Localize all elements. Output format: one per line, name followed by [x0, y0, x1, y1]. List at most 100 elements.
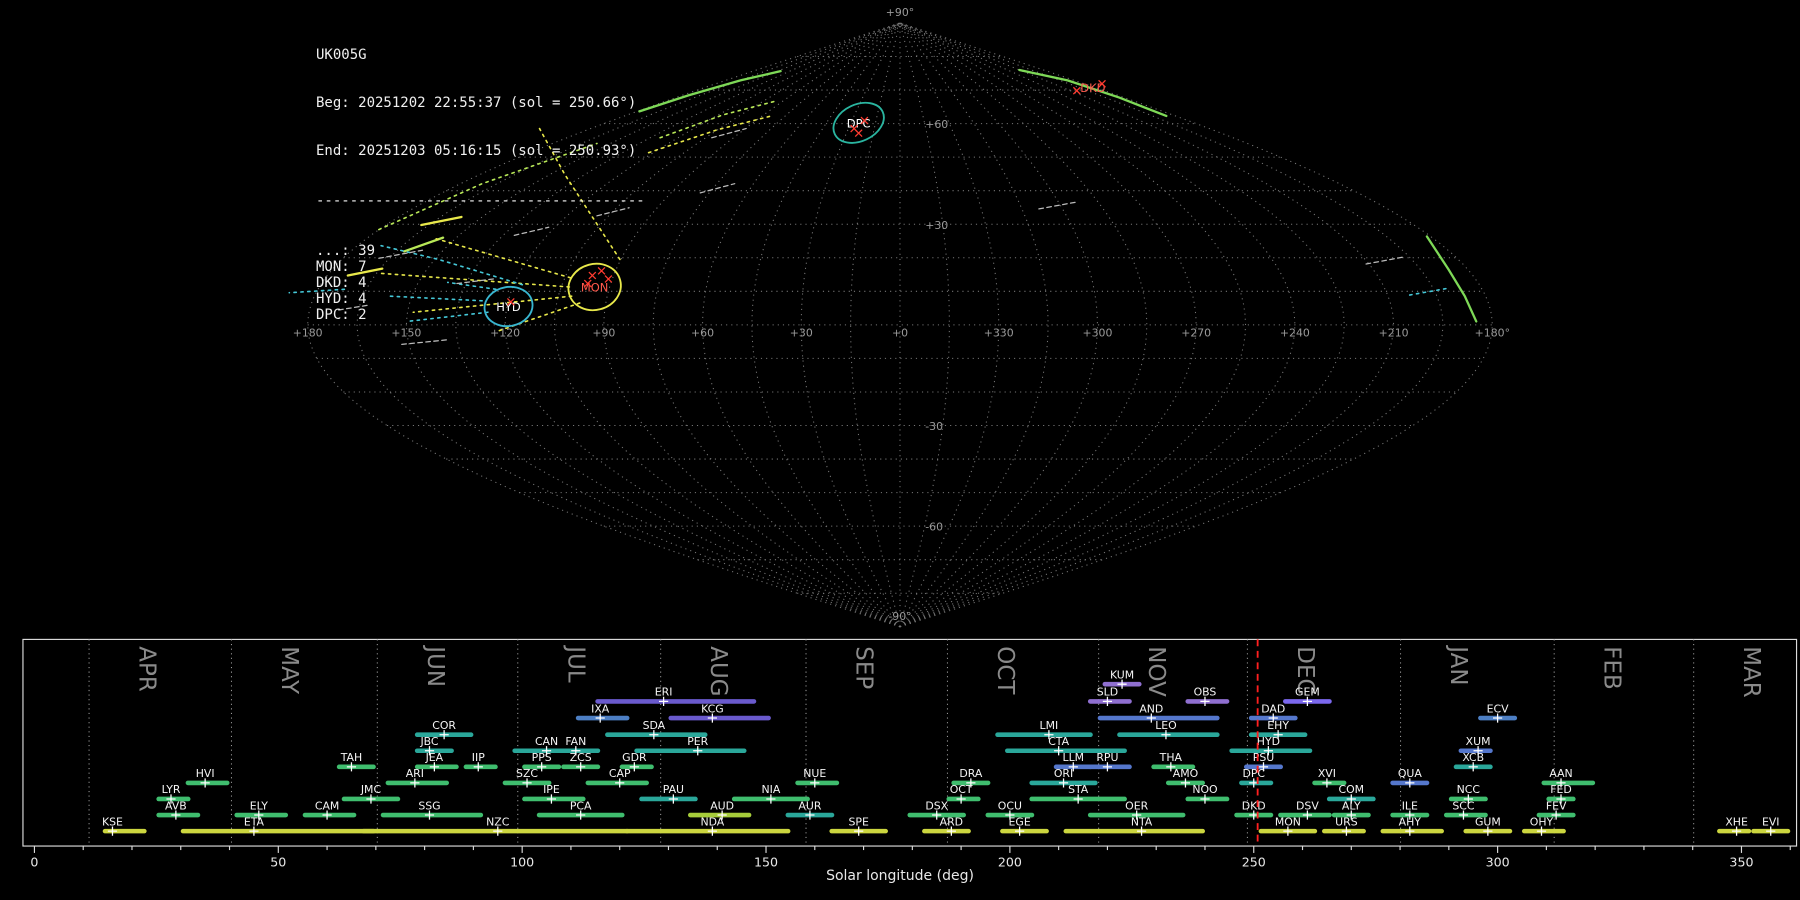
- shower-label: NTA: [1131, 815, 1153, 828]
- lon-label: +60: [691, 326, 714, 339]
- shower-label: RPU: [1096, 751, 1118, 764]
- shower-bar-eri: [595, 699, 757, 704]
- shower-label: NZC: [486, 815, 510, 828]
- shower-label: PCA: [570, 799, 592, 812]
- shower-label: COR: [432, 719, 456, 732]
- shower-label: ARI: [406, 767, 424, 780]
- shower-label: KCG: [701, 702, 724, 715]
- shower-label: ECV: [1487, 702, 1509, 715]
- shower-label: OHY: [1530, 815, 1554, 828]
- shower-label: SDA: [643, 719, 666, 732]
- lat-label: -90°: [888, 610, 911, 623]
- shower-label: DSX: [925, 799, 948, 812]
- shower-label: IXA: [591, 702, 610, 715]
- shower-label: AHY: [1399, 815, 1422, 828]
- shower-label: THA: [1159, 751, 1183, 764]
- shower-label: IIP: [472, 751, 485, 764]
- shower-label: AUD: [710, 799, 734, 812]
- shower-label: SPE: [849, 815, 869, 828]
- shower-label: LEO: [1155, 719, 1177, 732]
- shower-label: XCB: [1462, 751, 1484, 764]
- shower-label: HYD: [1257, 735, 1280, 748]
- month-label: SEP: [851, 646, 877, 689]
- shower-label: PPS: [532, 751, 552, 764]
- shower-label: FEV: [1546, 799, 1567, 812]
- end-time: End: 20251203 05:16:15 (sol = 250.93°): [316, 143, 637, 159]
- shower-label: OCU: [998, 799, 1022, 812]
- count-line: ...: 39: [316, 243, 376, 259]
- month-label: OCT: [992, 646, 1018, 695]
- shower-bar-kcg: [668, 715, 771, 721]
- count-line: DKD: 4: [316, 275, 367, 291]
- radiant-dpc: DPC: [832, 101, 885, 144]
- shower-bar-tah: [336, 764, 376, 770]
- shower-label: TAH: [340, 751, 362, 764]
- shower-label: AAN: [1549, 767, 1572, 780]
- meteor-trail: [1425, 235, 1478, 323]
- month-label: AUG: [705, 646, 731, 696]
- shower-label: GDR: [622, 751, 647, 764]
- lon-label: +270: [1181, 326, 1211, 339]
- shower-label: GEM: [1295, 686, 1320, 699]
- lon-label: +210: [1379, 326, 1409, 339]
- meteor-trail: [647, 115, 773, 154]
- plot-canvas: +180 +150 +120 +90 +60 +30 +0 +330 +300 +270 +240 +…: [22, 6, 1798, 870]
- meridian-line: [850, 22, 901, 627]
- shower-label: NIA: [761, 783, 780, 796]
- separator-line: ---------------------------------------: [316, 193, 645, 209]
- shower-bar-lmi: [995, 732, 1093, 737]
- shower-label: PER: [687, 735, 708, 748]
- lat-label: -30: [925, 420, 943, 433]
- lat-label: +60: [925, 118, 948, 131]
- shower-label: OCT: [950, 783, 973, 796]
- count-line: DPC: 2: [316, 307, 367, 323]
- shower-label: SZC: [516, 767, 538, 780]
- shower-bar-per: [634, 748, 747, 754]
- shower-label: JEA: [425, 751, 444, 764]
- station-id: UK005G: [316, 47, 367, 63]
- shower-label: SSG: [418, 799, 440, 812]
- shower-label: NOO: [1192, 783, 1217, 796]
- shower-label: QUA: [1398, 767, 1423, 780]
- shower-label: EHY: [1267, 719, 1289, 732]
- meridian-line: [899, 22, 1197, 628]
- month-label: APR: [134, 646, 160, 692]
- meridian-line: [899, 22, 1148, 628]
- shower-label: XVI: [1318, 767, 1336, 780]
- shower-label: SCC: [1452, 799, 1475, 812]
- x-axis-title: Solar longitude (deg): [826, 868, 974, 884]
- shower-label: URS: [1335, 815, 1358, 828]
- shower-label: HVI: [196, 767, 215, 780]
- lon-label: +330: [984, 326, 1014, 339]
- month-label: MAR: [1738, 646, 1764, 697]
- shower-bar-ard: [922, 828, 971, 834]
- shower-label: NUE: [803, 767, 826, 780]
- meteor-trail: [659, 100, 777, 139]
- month-label: FEB: [1599, 646, 1625, 689]
- meteor-trail: [699, 183, 736, 194]
- shower-label: CTA: [1048, 735, 1069, 748]
- shower-label: COM: [1338, 783, 1364, 796]
- shower-label: DPC: [1242, 767, 1265, 780]
- month-label: NOV: [1143, 646, 1169, 697]
- shower-label: DKD: [1242, 799, 1266, 812]
- shower-bar-nda: [624, 828, 791, 834]
- shower-label: ETA: [244, 815, 265, 828]
- lon-label: +240: [1280, 326, 1310, 339]
- shower-label: CAM: [315, 799, 339, 812]
- shower-label: CAN: [535, 735, 558, 748]
- shower-label: LMI: [1040, 719, 1059, 732]
- meridian-line: [899, 22, 1345, 628]
- shower-bar-pau: [639, 796, 698, 802]
- shower-label: OER: [1125, 799, 1148, 812]
- month-label: JUN: [422, 644, 448, 687]
- lon-label: +300: [1082, 326, 1112, 339]
- shower-label: AVB: [165, 799, 187, 812]
- lat-label: +30: [925, 219, 948, 232]
- shower-label: LYR: [162, 783, 181, 796]
- shower-bar-nta: [1063, 828, 1205, 834]
- shower-label: DAD: [1261, 702, 1285, 715]
- shower-label: NCC: [1457, 783, 1481, 796]
- lon-label: +180°: [1475, 326, 1510, 339]
- shower-label: KSE: [102, 815, 123, 828]
